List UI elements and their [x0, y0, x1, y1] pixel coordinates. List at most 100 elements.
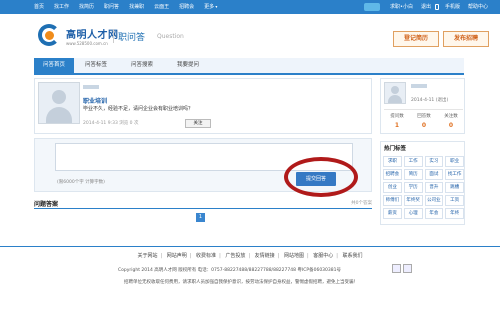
footer-link-pricing[interactable]: 收费标准: [194, 253, 218, 259]
tag-item[interactable]: 跳槽: [445, 182, 464, 193]
tag-item[interactable]: 心理: [403, 208, 423, 219]
tag-item[interactable]: 薪资: [383, 208, 402, 219]
hot-tags-grid: 求职 工作 实习 职业 招聘会 简历 面试 找工作 创业 学历 晋升 跳槽 师傅…: [383, 156, 464, 219]
tag-item[interactable]: 创业: [383, 182, 402, 193]
section-title: 职问答: [118, 33, 146, 43]
tag-item[interactable]: 学历: [403, 182, 423, 193]
tag-item[interactable]: 年终奖: [403, 195, 423, 206]
stat-follows[interactable]: 关注数 0: [438, 113, 464, 129]
nav-find-job[interactable]: 找工作: [54, 0, 79, 14]
nav-qa[interactable]: 职问答: [104, 0, 129, 14]
nav-more[interactable]: 更多: [204, 0, 227, 14]
footer-divider: [0, 246, 500, 247]
tag-item[interactable]: 找工作: [445, 169, 464, 180]
question-title: 职业培训: [83, 98, 108, 105]
stat-answers[interactable]: 回答数 0: [411, 113, 437, 129]
sidebar-username-redacted: [411, 84, 427, 88]
help-link[interactable]: 帮助中心: [464, 0, 492, 14]
stat-label: 关注数: [444, 114, 458, 119]
tag-item[interactable]: 工资: [445, 195, 464, 206]
answers-header: 问题答案 共0个答案: [34, 199, 372, 209]
qa-subnav: 问答首页 问答标签 问答搜索 我要提问: [34, 58, 464, 75]
mobile-link[interactable]: 手机版: [441, 0, 464, 14]
nav-find-resume[interactable]: 找简历: [79, 0, 104, 14]
section-subtitle: Question: [157, 33, 184, 40]
tab-qa-search[interactable]: 问答搜索: [122, 58, 162, 73]
nav-job-fair[interactable]: 招聘会: [179, 0, 204, 14]
footer-link-friends[interactable]: 友情链接: [253, 253, 277, 259]
sidebar-divider: [384, 109, 463, 110]
footer-disclaimer: 招聘单位无权收取任何费用，请求职人员加强自我保护意识，按劳动法保护自身权益，警惕…: [124, 280, 358, 285]
tag-item[interactable]: 师傅们: [383, 195, 402, 206]
nav-home[interactable]: 首页: [34, 0, 54, 14]
tag-item[interactable]: 求职: [383, 156, 402, 167]
footer-link-ads[interactable]: 广告投放: [223, 253, 247, 259]
security-badge-icon[interactable]: [403, 264, 412, 273]
tag-item[interactable]: 工作: [403, 156, 423, 167]
stat-label: 提问数: [390, 114, 404, 119]
tab-qa-home[interactable]: 问答首页: [34, 58, 74, 73]
register-resume-button[interactable]: 登记简历: [393, 31, 439, 47]
stat-questions[interactable]: 提问数 1: [384, 113, 410, 129]
highlight-circle: [284, 157, 358, 197]
user-avatar[interactable]: [364, 3, 380, 11]
footer-link-statement[interactable]: 网站声明: [165, 253, 189, 259]
certification-badge-icon[interactable]: [392, 264, 401, 273]
footer-sep: |: [219, 253, 221, 259]
sidebar-date: 2014-4-11 (退出): [411, 98, 449, 103]
footer-link-sitemap[interactable]: 网站地图: [282, 253, 306, 259]
brand-name: 高明人才网: [66, 30, 119, 41]
footer-sep: |: [189, 253, 192, 259]
top-nav: 首页 找工作 找简历 职问答 找兼职 云面王 招聘会 更多: [34, 0, 227, 14]
top-navigation-bar: 首页 找工作 找简历 职问答 找兼职 云面王 招聘会 更多 求职•小白 退出 手…: [0, 0, 500, 14]
tab-qa-tags[interactable]: 问答标签: [76, 58, 116, 73]
tag-item[interactable]: 招聘会: [383, 169, 402, 180]
footer-sep: |: [160, 253, 163, 259]
asker-avatar[interactable]: [38, 82, 80, 124]
question-body: 毕业不久，经验不足，请问企业会有职业培训吗？: [83, 106, 194, 112]
tag-item[interactable]: 实习: [424, 156, 444, 167]
footer-sep: |: [277, 253, 280, 259]
tag-item[interactable]: 职业: [445, 156, 464, 167]
footer-sep: |: [336, 253, 338, 259]
pagination-page[interactable]: 1: [196, 213, 205, 222]
follow-button[interactable]: 关注: [185, 119, 211, 128]
stat-value: 0: [421, 122, 427, 129]
tag-item[interactable]: 面试: [424, 169, 444, 180]
question-card: 职业培训 毕业不久，经验不足，请问企业会有职业培训吗？ 2014-4-11 9:…: [34, 78, 372, 134]
nav-parttime[interactable]: 找兼职: [129, 0, 154, 14]
footer-link-service[interactable]: 客服中心: [311, 253, 335, 259]
logout-link[interactable]: 退出: [417, 0, 435, 14]
answers-title: 问题答案: [34, 201, 59, 208]
asker-name-redacted: [83, 85, 99, 89]
footer-sep: |: [306, 253, 309, 259]
stat-value: 0: [448, 122, 454, 129]
answer-hint: (限6000个字 计算字数): [57, 180, 105, 185]
top-right-links: 求职•小白 退出 手机版 帮助中心: [364, 0, 492, 14]
footer-links: 关于网站 | 网站声明 | 收费标准 | 广告投放 | 友情链接 | 网站地图 | 客服中心…: [0, 252, 500, 259]
user-link[interactable]: 求职•小白: [386, 0, 417, 14]
phone-icon: [434, 4, 439, 10]
site-logo-icon[interactable]: [38, 24, 62, 46]
answers-count: 共0个答案: [351, 201, 372, 206]
sidebar-avatar[interactable]: [384, 82, 406, 104]
tab-ask-question[interactable]: 我要提问: [168, 58, 208, 73]
footer-link-about[interactable]: 关于网站: [135, 253, 159, 259]
tag-item[interactable]: 年会: [424, 208, 444, 219]
brand-divider: [113, 29, 114, 43]
tag-item[interactable]: 晋升: [424, 182, 444, 193]
logo-dot: [45, 31, 54, 40]
tag-item[interactable]: 公司业: [424, 195, 444, 206]
footer-link-contact[interactable]: 联系我们: [341, 253, 365, 259]
tag-item[interactable]: 简历: [403, 169, 423, 180]
post-job-button[interactable]: 发布招聘: [443, 31, 489, 47]
footer-sep: |: [248, 253, 251, 259]
footer-copyright: Copyright 2014 高明人才网 版权所有 电话：0757-882274…: [118, 268, 341, 273]
nav-interview[interactable]: 云面王: [154, 0, 179, 14]
hot-tags-panel: 热门标签 求职 工作 实习 职业 招聘会 简历 面试 找工作 创业 学历 晋升 …: [380, 141, 465, 225]
hot-tags-title: 热门标签: [384, 146, 407, 152]
stat-label: 回答数: [417, 114, 431, 119]
stat-value: 1: [394, 122, 400, 129]
brand-url: www.528500.com.cn: [66, 41, 108, 46]
tag-item[interactable]: 年终: [445, 208, 464, 219]
